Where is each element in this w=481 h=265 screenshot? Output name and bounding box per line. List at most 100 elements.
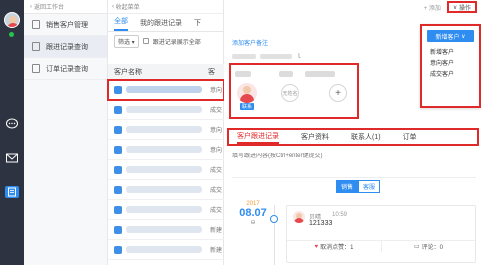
sidebar-item-order-query[interactable]: 订单记录查询 <box>24 58 107 80</box>
customer-icon <box>114 85 122 94</box>
tab-followup-records[interactable]: 客户跟进记录 <box>237 130 279 144</box>
dropdown-option-new[interactable]: 新增客户 <box>422 46 479 57</box>
redacted-customer-name <box>126 246 202 253</box>
comment-icon: ▭ <box>413 244 420 250</box>
table-row[interactable]: 成交 <box>108 180 224 200</box>
date-block: 2017 08.07 ⊖ <box>238 201 268 226</box>
customer-status: 意向 <box>210 148 223 154</box>
tab-all[interactable]: 全部 <box>114 16 128 31</box>
segment-sales[interactable]: 销售 <box>336 180 359 193</box>
table-row[interactable]: 意向 <box>108 140 224 160</box>
followup-input[interactable] <box>232 153 472 159</box>
back-to-workbench-link[interactable]: ‹ 返回工作台 <box>24 0 107 14</box>
avatar-face <box>243 86 251 94</box>
add-customer-note-link[interactable]: 添加客户备注 <box>232 38 268 47</box>
customer-icon <box>114 165 122 174</box>
redacted-customer-name <box>126 206 202 213</box>
crm-icon[interactable] <box>5 186 19 198</box>
table-row[interactable]: 新建 <box>108 240 224 260</box>
document-icon <box>32 42 40 51</box>
detail-topbar: + 添加 ∨ 操作 <box>224 0 481 14</box>
phone-line: ｌ <box>232 51 302 60</box>
add-button[interactable]: + 添加 <box>424 3 441 12</box>
add-contact-button[interactable]: + <box>329 84 347 102</box>
app-window: ‹ 返回工作台 销售客户管理 跟进记录查询 订单记录查询 ‹ 收起菜单 全部 我… <box>0 0 481 265</box>
mail-icon[interactable] <box>5 152 19 164</box>
operation-dropdown-menu: 新增客户 ∨ 新增客户 意向客户 成交客户 <box>420 24 481 108</box>
sidebar: ‹ 返回工作台 销售客户管理 跟进记录查询 订单记录查询 <box>24 0 108 265</box>
tab-customer-info[interactable]: 客户资料 <box>301 130 329 144</box>
dropdown-option-intent[interactable]: 意向客户 <box>422 57 479 68</box>
avatar-body <box>7 23 19 27</box>
redacted-text <box>260 53 292 59</box>
tab-my-records[interactable]: 我的跟进记录 <box>140 18 182 31</box>
heart-icon: ♥ <box>314 243 319 250</box>
sidebar-item-label: 跟进记录查询 <box>46 43 88 51</box>
comment-button[interactable]: ▭ 评论：0 <box>381 241 475 252</box>
table-row[interactable]: 新建 <box>108 220 224 240</box>
customer-status: 新建 <box>210 228 223 234</box>
customer-icon <box>114 105 122 114</box>
operation-button[interactable]: ∨ 操作 <box>446 1 477 13</box>
customer-status: 意向 <box>210 128 223 134</box>
entry-actions: ♥ 取消点赞：1 ▭ 评论：0 <box>287 240 475 252</box>
dropdown-option-deal[interactable]: 成交客户 <box>422 68 479 79</box>
phone-suffix: ｌ <box>296 54 303 60</box>
operation-label: 操作 <box>458 5 471 12</box>
followup-composer <box>232 152 476 178</box>
like-button[interactable]: ♥ 取消点赞：1 <box>287 241 381 252</box>
filter-bar: 筛选 ▾ 跟进记录展示全部 <box>108 32 223 50</box>
sidebar-item-sales-customers[interactable]: 销售客户管理 <box>24 14 107 36</box>
date-month-day: 08.07 <box>239 207 267 219</box>
followup-entry: 贝晴 10:59 121333 ♥ 取消点赞：1 ▭ 评论：0 <box>286 205 476 263</box>
collapse-date-icon[interactable]: ⊖ <box>238 219 268 226</box>
table-body: 意向 成交 意向 意向 成交 成交 成交 新建 新建 <box>107 79 225 260</box>
table-row[interactable]: 意向 <box>108 120 224 140</box>
role-segment: 销售 客服 <box>336 180 381 193</box>
sidebar-item-followup-query[interactable]: 跟进记录查询 <box>24 36 107 58</box>
collapse-label: 收起菜单 <box>115 5 140 11</box>
tab-more[interactable]: 下 <box>194 18 201 31</box>
redacted-customer-name <box>126 166 202 173</box>
unnamed-contact[interactable]: 无姓名 <box>281 84 299 102</box>
segment-service[interactable]: 客服 <box>358 180 381 193</box>
table-row[interactable]: 成交 <box>108 100 224 120</box>
collapse-menu-button[interactable]: ‹ 收起菜单 <box>108 0 223 14</box>
timeline-line <box>274 205 275 265</box>
avatar-body <box>240 94 254 103</box>
col-status: 客 <box>208 68 215 76</box>
dropdown-new-customer-button[interactable]: 新增客户 ∨ <box>427 30 474 42</box>
detail-tabs: 客户跟进记录 客户资料 联系人(1) 订单 <box>227 128 479 146</box>
table-header: 客户名称 客 <box>108 64 224 80</box>
user-avatar[interactable] <box>4 12 20 28</box>
redacted-customer-name <box>126 226 202 233</box>
redacted-customer-name <box>126 86 202 93</box>
customer-icon <box>114 125 122 134</box>
table-row[interactable]: 成交 <box>108 160 224 180</box>
entry-text: 121333 <box>309 220 333 227</box>
filter-dropdown[interactable]: 筛选 ▾ <box>114 34 139 48</box>
customer-status: 成交 <box>210 108 223 114</box>
show-all-checkbox[interactable] <box>142 38 149 44</box>
timeline-dot <box>270 215 278 223</box>
chat-icon[interactable] <box>5 118 19 130</box>
tab-contacts[interactable]: 联系人(1) <box>351 130 381 144</box>
plus-icon: + <box>335 87 341 99</box>
redacted-text <box>305 71 335 77</box>
avatar-body <box>294 218 304 223</box>
redacted-text <box>279 71 293 77</box>
unnamed-contact-label: 无姓名 <box>282 90 298 97</box>
record-list-panel: ‹ 收起菜单 全部 我的跟进记录 下 筛选 ▾ 跟进记录展示全部 客户名称 客 … <box>107 0 225 265</box>
col-customer-name: 客户名称 <box>114 68 142 76</box>
customer-status: 成交 <box>210 188 223 194</box>
customer-icon <box>114 205 122 214</box>
table-row[interactable]: 成交 <box>108 200 224 220</box>
customer-icon <box>114 245 122 254</box>
redacted-text <box>232 53 256 59</box>
chevron-left-icon: ‹ <box>30 3 32 10</box>
tab-orders[interactable]: 订单 <box>403 130 417 144</box>
contact-avatar[interactable] <box>237 83 257 103</box>
table-row[interactable]: 意向 <box>107 79 225 101</box>
customer-status: 意向 <box>210 88 223 94</box>
like-label: 取消点赞：1 <box>320 245 354 251</box>
